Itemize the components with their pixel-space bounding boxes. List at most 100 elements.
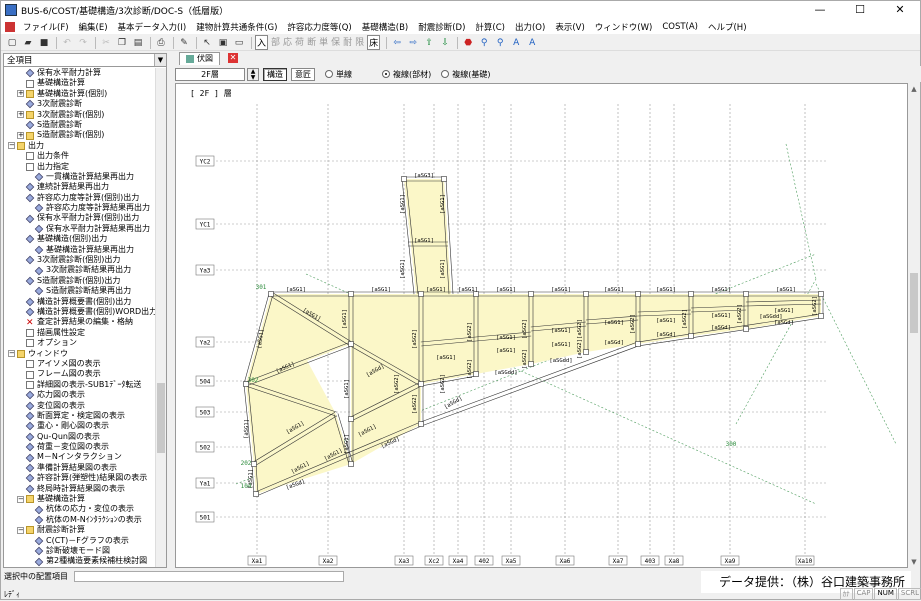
tree-item[interactable]: −ウィンドウ [4, 349, 156, 359]
menu-item-11[interactable]: COST(A) [657, 22, 703, 32]
text-size-up-icon[interactable]: A [509, 36, 523, 49]
tree-item[interactable]: 杭体の応力・変位の表示 [4, 504, 156, 514]
tree-filter-select[interactable]: 全項目 ▼ [4, 54, 166, 67]
tree-item[interactable]: S造耐震診断 [4, 120, 156, 130]
menu-item-7[interactable]: 計算(C) [470, 21, 510, 33]
tree-item[interactable]: +基礎構造計算(個別) [4, 89, 156, 99]
menu-item-0[interactable]: ファイル(F) [18, 21, 74, 33]
tree-item[interactable]: +COST [4, 567, 156, 568]
tree-item[interactable]: 許容応力度等計算(個別)出力 [4, 193, 156, 203]
menu-item-10[interactable]: ウィンドウ(W) [590, 21, 658, 33]
scroll-down-icon[interactable]: ▼ [908, 556, 920, 568]
floor-select[interactable]: 2F層 [175, 68, 245, 81]
menu-item-8[interactable]: 出力(O) [510, 21, 550, 33]
tree-item[interactable]: 準備計算結果図の表示 [4, 463, 156, 473]
canvas-scroll-thumb[interactable] [910, 273, 918, 333]
tree-item[interactable]: 3次耐震診断 [4, 99, 156, 109]
print-icon[interactable]: ⎙ [154, 36, 168, 49]
chevron-down-icon[interactable]: ▼ [154, 54, 166, 66]
tool-kanji-4[interactable]: 断 [307, 35, 316, 50]
tree-scrollbar[interactable] [155, 68, 166, 568]
menu-item-6[interactable]: 耐震診断(D) [413, 21, 470, 33]
tree-item[interactable]: 基礎構造(個別)出力 [4, 234, 156, 244]
tree-item[interactable]: −耐震診断計算 [4, 525, 156, 535]
canvas-scrollbar[interactable]: ▲ ▼ [908, 83, 920, 568]
tool-kanji-7[interactable]: 耐 [343, 35, 352, 50]
tree-item[interactable]: 第2種構造要素候補柱検討図 [4, 556, 156, 566]
tree-item[interactable]: 許容計算(弾塑性)結果図の表示 [4, 473, 156, 483]
select-icon[interactable]: ↖ [200, 36, 214, 49]
tree-item[interactable]: アイソメ図の表示 [4, 359, 156, 369]
arrow-right-icon[interactable]: ⇨ [406, 36, 420, 49]
tree-item[interactable]: 構造計算概要書(個別)WORD出力 [4, 307, 156, 317]
structure-toggle[interactable]: 構造 [263, 68, 287, 81]
menu-item-3[interactable]: 建物計算共通条件(G) [191, 21, 282, 33]
tool-kanji-0[interactable]: 入 [255, 35, 268, 50]
tree-item[interactable]: 保有水平耐力計算結果再出力 [4, 224, 156, 234]
arrow-left-icon[interactable]: ⇦ [390, 36, 404, 49]
tree-item[interactable]: オプション [4, 338, 156, 348]
tree-item[interactable]: 変位図の表示 [4, 401, 156, 411]
open-folder-icon[interactable]: ▰ [21, 36, 35, 49]
tree-scroll-thumb[interactable] [157, 383, 165, 453]
tree-item[interactable]: −基礎構造計算 [4, 494, 156, 504]
window-icon[interactable]: ▭ [232, 36, 246, 49]
tree-item[interactable]: 断面算定・検定図の表示 [4, 411, 156, 421]
tree-item[interactable]: +3次耐震診断(個別) [4, 110, 156, 120]
tree-item[interactable]: 応力図の表示 [4, 390, 156, 400]
tool-kanji-5[interactable]: 単 [319, 35, 328, 50]
scroll-up-icon[interactable]: ▲ [908, 83, 920, 95]
save-icon[interactable]: ■ [37, 36, 51, 49]
expand-icon[interactable]: + [17, 132, 24, 139]
tree-item[interactable]: 3次耐震診断(個別)出力 [4, 255, 156, 265]
tool-kanji-2[interactable]: 応 [283, 35, 292, 50]
tree-item[interactable]: 3次耐震診断結果再出力 [4, 265, 156, 275]
tree-item[interactable]: 基礎構造計算 [4, 78, 156, 88]
tree-item[interactable]: 描画属性設定 [4, 328, 156, 338]
tree-item[interactable]: 荷重－変位図の表示 [4, 442, 156, 452]
tree-item[interactable]: フレーム図の表示 [4, 369, 156, 379]
tree-item[interactable]: 保有水平耐力計算 [4, 68, 156, 78]
collapse-icon[interactable]: − [17, 496, 24, 503]
tool-kanji-9[interactable]: 床 [367, 35, 380, 50]
tree-item[interactable]: 一貫構造計算結果再出力 [4, 172, 156, 182]
copy-icon[interactable]: ❐ [115, 36, 129, 49]
menu-item-12[interactable]: ヘルプ(H) [703, 21, 752, 33]
plan-canvas[interactable]: [ 2F ] 層 Xa1Xa2Xa3Xc2Xa4402Xa5Xa6Xa7403X… [175, 83, 908, 568]
tree-item[interactable]: ✕査定計算結果の編集・格納 [4, 317, 156, 327]
radio-double-line-member[interactable]: 複線(部材) [382, 69, 431, 80]
tree-item[interactable]: 杭体のM-Nｲﾝﾀﾗｸｼｮﾝの表示 [4, 515, 156, 525]
tree-item[interactable]: 終局時計算結果図の表示 [4, 484, 156, 494]
stop-icon[interactable]: ⬣ [461, 36, 475, 49]
tree-item[interactable]: +S造耐震診断(個別) [4, 130, 156, 140]
tree-item[interactable]: Qu-Qun図の表示 [4, 432, 156, 442]
expand-icon[interactable]: + [17, 90, 24, 97]
tool-icon[interactable]: ✎ [177, 36, 191, 49]
collapse-icon[interactable]: − [8, 350, 15, 357]
tab-plan[interactable]: 伏図 [179, 52, 220, 65]
paste-icon[interactable]: ▤ [131, 36, 145, 49]
redo-icon[interactable]: ↷ [76, 36, 90, 49]
zoom-out-icon[interactable]: ⚲ [493, 36, 507, 49]
new-file-icon[interactable]: ▢ [5, 36, 19, 49]
menu-item-1[interactable]: 編集(E) [74, 21, 113, 33]
document-icon[interactable] [5, 22, 15, 32]
tree-item[interactable]: M－Nインタラクション [4, 452, 156, 462]
minimize-button[interactable]: — [800, 1, 840, 19]
tree-item[interactable]: S造耐震診断結果再出力 [4, 286, 156, 296]
tree-item[interactable]: 許容応力度等計算結果再出力 [4, 203, 156, 213]
frame-icon[interactable]: ▣ [216, 36, 230, 49]
tree-item[interactable]: 診断破壊モード図 [4, 546, 156, 556]
collapse-icon[interactable]: − [17, 527, 24, 534]
collapse-icon[interactable]: − [8, 142, 15, 149]
tree-item[interactable]: −出力 [4, 141, 156, 151]
tool-kanji-8[interactable]: 限 [355, 35, 364, 50]
radio-single-line[interactable]: 単線 [325, 69, 352, 80]
tree-item[interactable]: S造耐震診断(個別)出力 [4, 276, 156, 286]
tool-kanji-3[interactable]: 荷 [295, 35, 304, 50]
close-button[interactable]: ✕ [880, 1, 920, 19]
arrow-up-icon[interactable]: ⇧ [422, 36, 436, 49]
placement-field[interactable] [74, 571, 344, 582]
tree-item[interactable]: 構造計算概要書(個別)出力 [4, 297, 156, 307]
menu-item-5[interactable]: 基礎構造(B) [357, 21, 413, 33]
